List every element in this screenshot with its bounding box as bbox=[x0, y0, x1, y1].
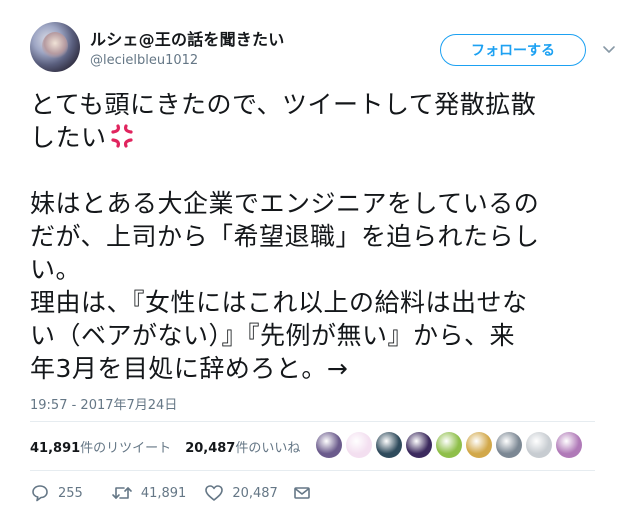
reply-button[interactable]: 255 bbox=[30, 484, 83, 502]
retweet-stat[interactable]: 41,891件のリツイート bbox=[30, 437, 171, 456]
liker-avatar[interactable] bbox=[376, 432, 402, 458]
anger-symbol-icon bbox=[110, 124, 133, 148]
retweet-button[interactable]: 41,891 bbox=[111, 484, 187, 502]
retweet-action-count: 41,891 bbox=[140, 485, 187, 501]
screen-name[interactable]: @lecielbleu1012 bbox=[90, 53, 284, 68]
tweet-line: い（ベアがない）』『先例が無い』から、来 bbox=[30, 321, 516, 350]
tweet-line: 妹はとある大企業でエンジニアをしているの bbox=[30, 189, 540, 218]
like-action-count: 20,487 bbox=[232, 485, 278, 501]
like-stat-label: 件のいいね bbox=[235, 440, 301, 456]
liker-avatars bbox=[316, 432, 586, 458]
liker-avatar[interactable] bbox=[466, 432, 492, 458]
reply-count: 255 bbox=[58, 485, 83, 501]
tweet-header: ルシェ@王の話を聞きたい @lecielbleu1012 フォローする bbox=[30, 22, 615, 72]
retweet-stat-label: 件のリツイート bbox=[80, 440, 172, 456]
tweet-text: とても頭にきたので、ツイートして発散拡散 したい 妹はとある大企業でエンジニアを… bbox=[30, 88, 590, 385]
envelope-icon bbox=[294, 487, 310, 499]
user-info[interactable]: ルシェ@王の話を聞きたい @lecielbleu1012 bbox=[90, 26, 284, 68]
tweet-line-text: したい bbox=[30, 123, 107, 152]
like-count: 20,487 bbox=[185, 440, 236, 456]
retweet-icon bbox=[112, 487, 132, 499]
avatar[interactable] bbox=[30, 22, 80, 72]
like-stat[interactable]: 20,487件のいいね bbox=[185, 437, 300, 456]
tweet-card: ルシェ@王の話を聞きたい @lecielbleu1012 フォローする とても頭… bbox=[0, 0, 625, 510]
tweet-line: 年3月を目処に辞めろと。→ bbox=[30, 354, 349, 383]
tweet-line: だが、上司から「希望退職」を迫られたらし bbox=[30, 222, 540, 251]
liker-avatar[interactable] bbox=[316, 432, 342, 458]
like-button[interactable]: 20,487 bbox=[204, 484, 278, 502]
heart-icon bbox=[205, 485, 224, 501]
tweet-timestamp[interactable]: 19:57 - 2017年7月24日 bbox=[30, 394, 177, 413]
display-name[interactable]: ルシェ@王の話を聞きたい bbox=[90, 26, 284, 50]
liker-avatar[interactable] bbox=[346, 432, 372, 458]
tweet-line: したい bbox=[30, 121, 590, 154]
liker-avatar[interactable] bbox=[406, 432, 432, 458]
liker-avatar[interactable] bbox=[556, 432, 582, 458]
tweet-stats: 41,891件のリツイート 20,487件のいいね bbox=[30, 430, 300, 462]
liker-avatar[interactable] bbox=[496, 432, 522, 458]
liker-avatar[interactable] bbox=[526, 432, 552, 458]
follow-button[interactable]: フォローする bbox=[440, 34, 586, 66]
retweet-count: 41,891 bbox=[30, 440, 81, 456]
tweet-line: い。 bbox=[30, 255, 82, 284]
tweet-actions: 255 41,891 20,487 bbox=[30, 480, 312, 506]
divider bbox=[30, 421, 595, 422]
tweet-line: 理由は、『女性にはこれ以上の給料は出せな bbox=[30, 288, 528, 317]
reply-icon bbox=[32, 485, 48, 502]
liker-avatar[interactable] bbox=[436, 432, 462, 458]
tweet-line: とても頭にきたので、ツイートして発散拡散 bbox=[30, 90, 537, 119]
direct-message-button[interactable] bbox=[292, 484, 312, 502]
divider bbox=[30, 470, 595, 471]
chevron-down-icon[interactable] bbox=[602, 42, 616, 56]
